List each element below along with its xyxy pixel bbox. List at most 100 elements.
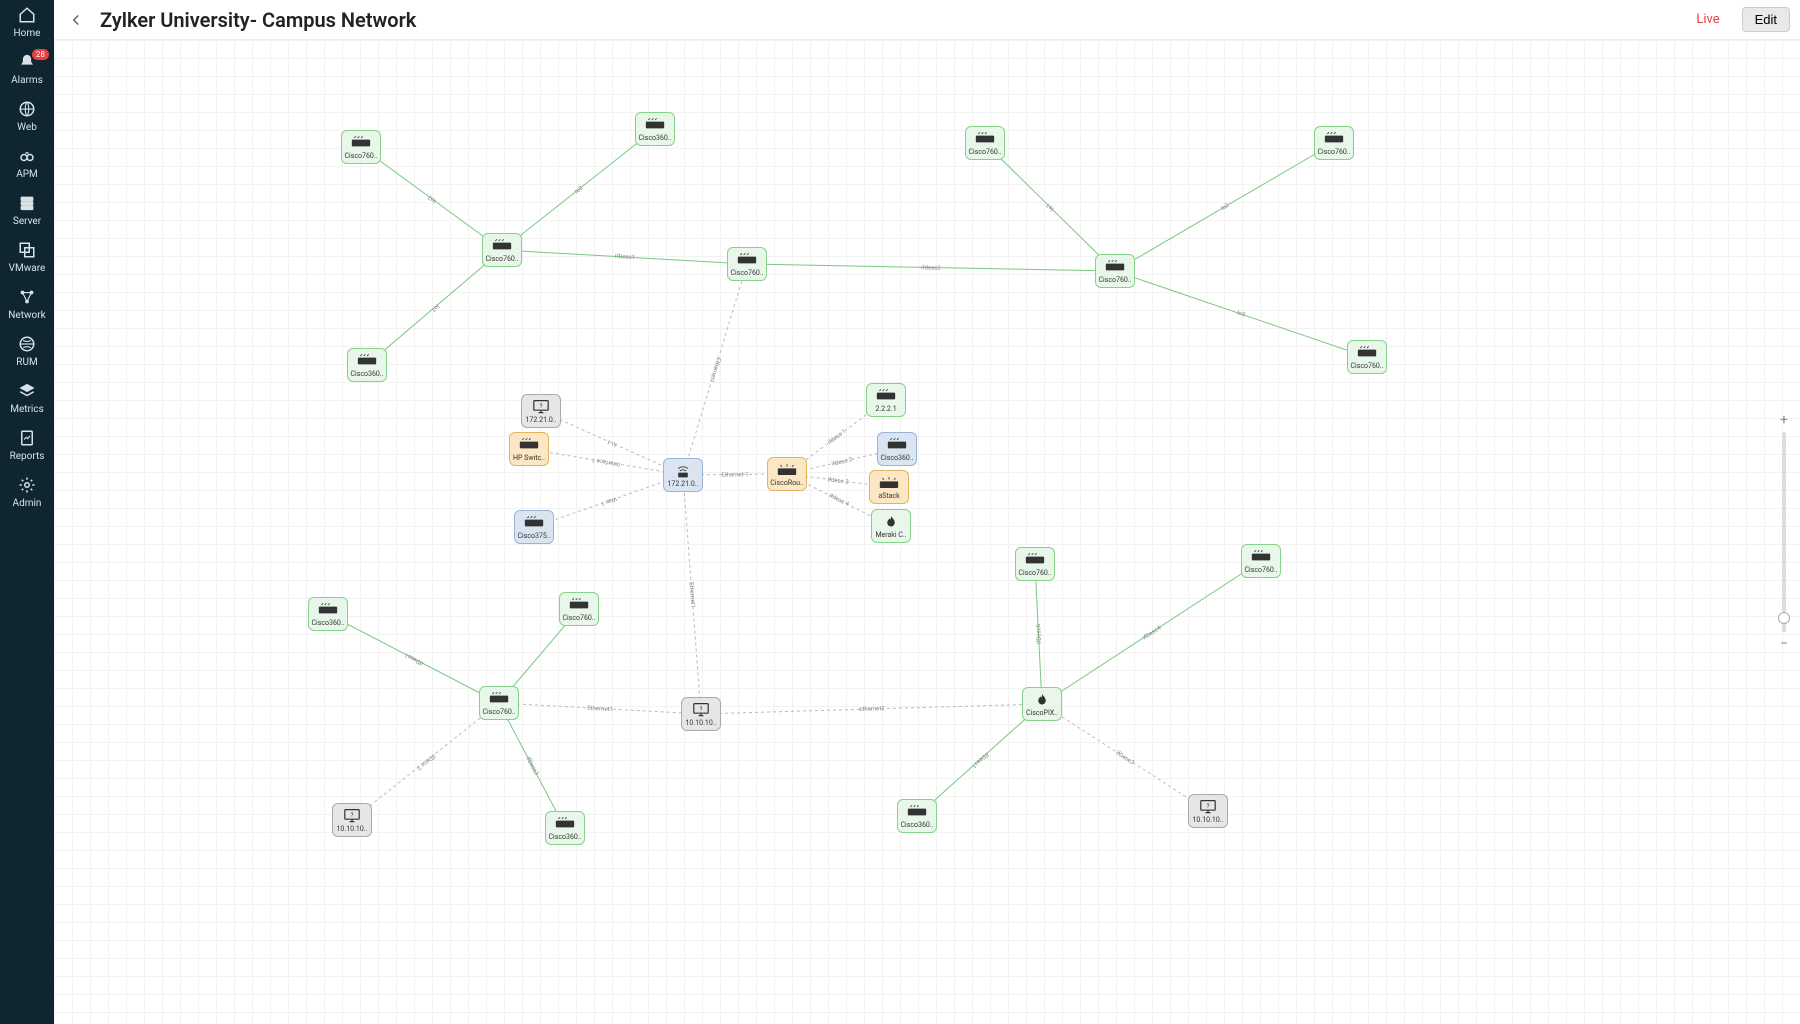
binoculars-icon xyxy=(17,147,37,165)
node-n15[interactable]: Cisco360.. xyxy=(877,432,917,466)
sidebar-label: Home xyxy=(14,28,41,39)
zoom-slider-thumb[interactable] xyxy=(1778,612,1790,624)
sidebar-item-home[interactable]: Home xyxy=(14,6,41,39)
node-n18[interactable]: Cisco360.. xyxy=(308,597,348,631)
node-n10[interactable]: HP Switc.. xyxy=(509,432,549,466)
sidebar-item-reports[interactable]: Reports xyxy=(10,429,45,462)
switch-icon xyxy=(876,388,896,403)
wifi-icon xyxy=(673,463,693,478)
node-n17[interactable]: Meraki C.. xyxy=(871,509,911,543)
router-icon xyxy=(879,475,899,490)
switch-icon xyxy=(1025,552,1045,567)
grid-background xyxy=(54,40,1800,1024)
node-n3[interactable]: Cisco760.. xyxy=(1314,126,1354,160)
node-label: 172.21.0.. xyxy=(668,480,699,488)
link-label: Ethernet1 xyxy=(587,704,613,712)
node-n21[interactable]: ?10.10.10.. xyxy=(681,697,721,731)
node-n12[interactable]: 172.21.0.. xyxy=(663,458,703,492)
vm-icon xyxy=(17,241,37,259)
node-n1[interactable]: Cisco360.. xyxy=(635,112,675,146)
svg-text:?: ? xyxy=(1206,801,1209,809)
node-n13[interactable]: CiscoRou.. xyxy=(767,457,807,491)
switch-icon xyxy=(357,353,377,368)
node-n27[interactable]: Cisco360.. xyxy=(897,799,937,833)
sidebar-item-admin[interactable]: Admin xyxy=(13,476,42,509)
node-n19[interactable]: Cisco760.. xyxy=(559,592,599,626)
sidebar-item-alarms[interactable]: 28Alarms xyxy=(11,53,43,86)
host-icon: ? xyxy=(1198,799,1218,814)
topology-canvas[interactable]: Cisco760.. Cisco360.. Cisco760.. Cisco760..… xyxy=(54,40,1800,1024)
node-label: Cisco375.. xyxy=(517,532,550,540)
node-label: 10.10.10.. xyxy=(337,825,368,833)
sidebar-label: APM xyxy=(16,169,38,180)
sidebar-item-apm[interactable]: APM xyxy=(16,147,38,180)
sidebar-label: Alarms xyxy=(11,75,43,86)
node-n8[interactable]: Cisco760.. xyxy=(1347,340,1387,374)
node-n5[interactable]: Cisco760.. xyxy=(727,247,767,281)
node-n0[interactable]: Cisco760.. xyxy=(341,130,381,164)
svg-text:?: ? xyxy=(539,401,542,409)
edit-button[interactable]: Edit xyxy=(1742,7,1790,32)
node-n7[interactable]: Cisco360.. xyxy=(347,348,387,382)
node-label: Cisco360.. xyxy=(350,370,383,378)
node-n16[interactable]: aStack xyxy=(869,470,909,504)
home-icon xyxy=(17,6,37,24)
switch-icon xyxy=(975,131,995,146)
sidebar-item-web[interactable]: Web xyxy=(17,100,37,133)
back-button[interactable] xyxy=(64,8,88,32)
node-label: Cisco760.. xyxy=(485,255,518,263)
zoom-out-button[interactable]: − xyxy=(1776,636,1792,652)
node-label: 10.10.10.. xyxy=(1193,816,1224,824)
zoom-control: + − xyxy=(1774,412,1794,652)
fire-icon xyxy=(881,514,901,529)
switch-icon xyxy=(555,816,575,831)
node-n24[interactable]: Cisco760.. xyxy=(1241,544,1281,578)
node-label: CiscoRou.. xyxy=(770,479,803,487)
node-label: aStack xyxy=(878,492,899,500)
svg-text:?: ? xyxy=(699,704,702,712)
switch-icon xyxy=(524,515,544,530)
node-n26[interactable]: Cisco360.. xyxy=(545,811,585,845)
node-label: Meraki C.. xyxy=(875,531,906,539)
link-label: Ethernet 1 xyxy=(721,471,748,478)
node-n11[interactable]: Cisco375.. xyxy=(514,510,554,544)
node-n9[interactable]: ?172.21.0.. xyxy=(521,394,561,428)
switch-icon xyxy=(645,117,665,132)
node-label: Cisco360.. xyxy=(311,619,344,627)
zoom-in-button[interactable]: + xyxy=(1776,412,1792,428)
node-n28[interactable]: ? 10.10.10.. xyxy=(1188,794,1228,828)
node-n22[interactable]: CiscoPIX.. xyxy=(1022,687,1062,721)
live-button[interactable]: Live xyxy=(1686,8,1729,31)
switch-icon xyxy=(569,597,589,612)
node-label: Cisco760.. xyxy=(968,148,1001,156)
sidebar-item-network[interactable]: Network xyxy=(8,288,45,321)
node-label: Cisco760.. xyxy=(1317,148,1350,156)
report-icon xyxy=(17,429,37,447)
link-label: ethernet2 xyxy=(859,705,885,713)
sidebar-item-server[interactable]: Server xyxy=(13,194,41,227)
sidebar-label: Server xyxy=(13,216,41,227)
node-n23[interactable]: Cisco760.. xyxy=(1015,547,1055,581)
node-n2[interactable]: Cisco760.. xyxy=(965,126,1005,160)
router-icon xyxy=(777,462,797,477)
node-label: Cisco760.. xyxy=(1350,362,1383,370)
header-bar: Zylker University- Campus Network Live E… xyxy=(54,0,1800,40)
node-n25[interactable]: ?10.10.10.. xyxy=(332,803,372,837)
node-n4[interactable]: Cisco760.. xyxy=(482,233,522,267)
sidebar-label: Web xyxy=(17,122,37,133)
switch-icon xyxy=(1357,345,1377,360)
sidebar-item-vmware[interactable]: VMware xyxy=(9,241,46,274)
node-n20[interactable]: Cisco760.. xyxy=(479,686,519,720)
sidebar-item-metrics[interactable]: Metrics xyxy=(10,382,44,415)
sidebar-item-rum[interactable]: RUM xyxy=(16,335,37,368)
page-title: Zylker University- Campus Network xyxy=(100,8,416,32)
switch-icon xyxy=(1251,549,1271,564)
node-label: Cisco760.. xyxy=(562,614,595,622)
zoom-slider-track[interactable] xyxy=(1782,432,1786,632)
host-icon: ? xyxy=(691,702,711,717)
node-n14[interactable]: 2.2.2.1 xyxy=(866,383,906,417)
sidebar-label: VMware xyxy=(9,263,46,274)
switch-icon xyxy=(519,437,539,452)
switch-icon xyxy=(737,252,757,267)
node-n6[interactable]: Cisco760.. xyxy=(1095,254,1135,288)
